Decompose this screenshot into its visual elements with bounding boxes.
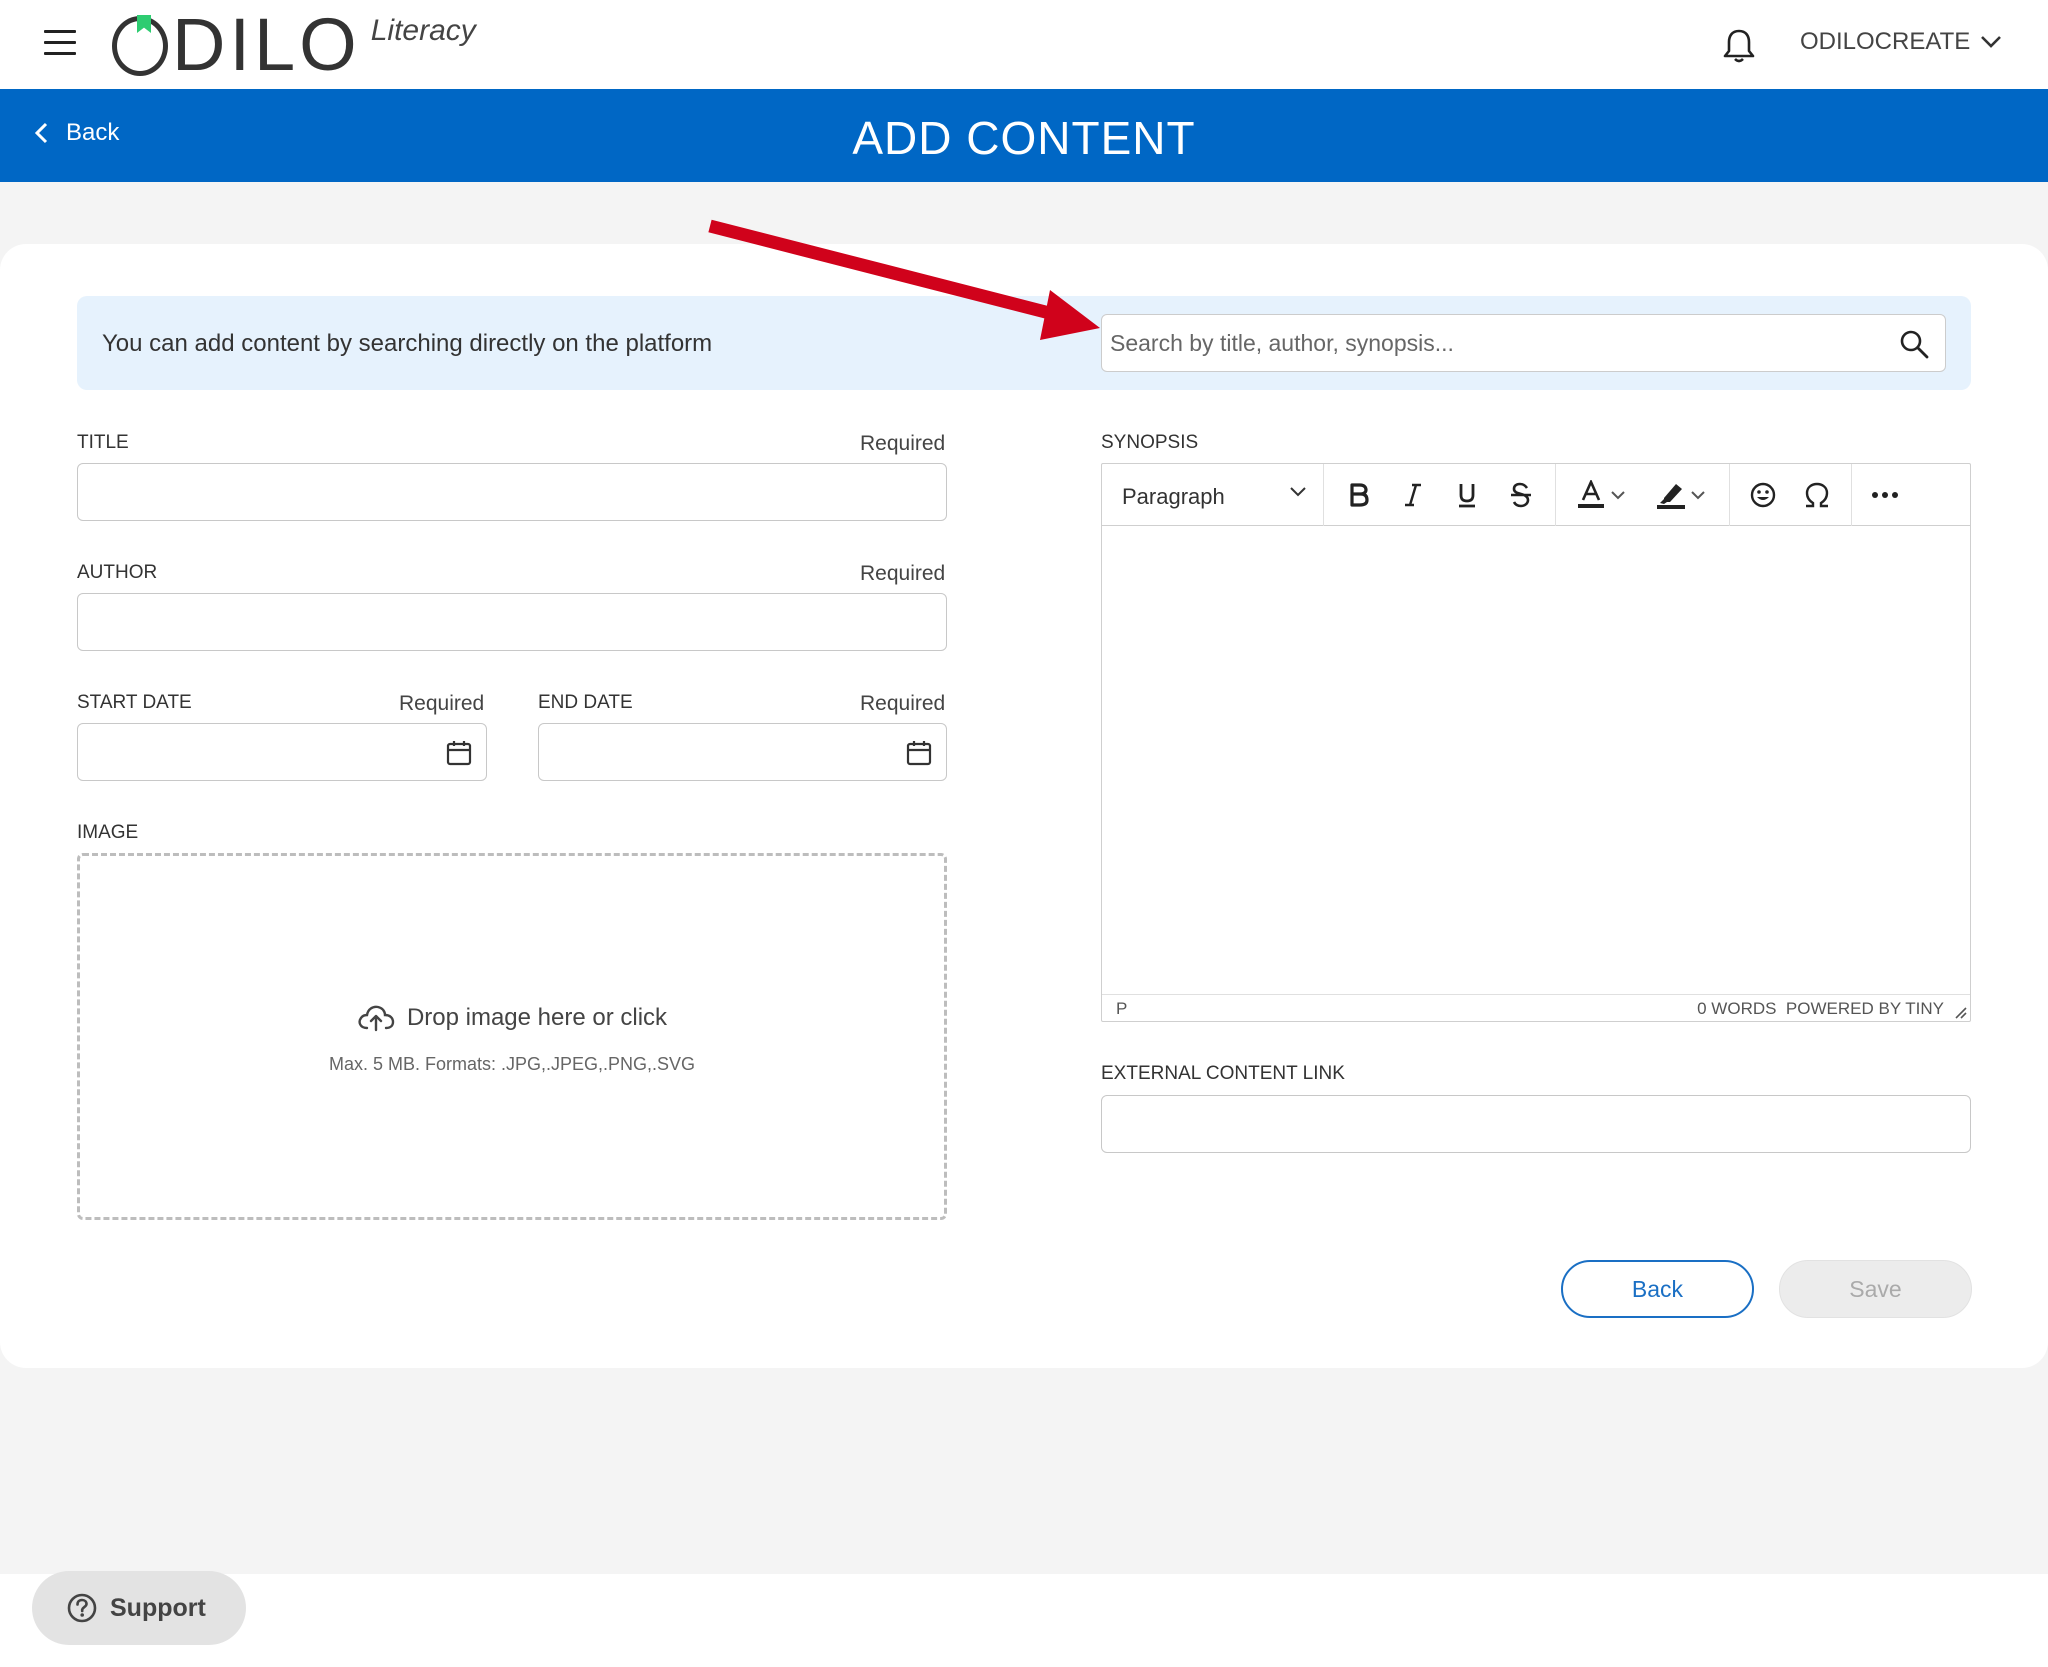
- highlight-color-dropdown[interactable]: [1688, 474, 1708, 516]
- emoticons-button[interactable]: [1742, 474, 1784, 516]
- statusbar-right: 0 WORDS POWERED BY TINY: [1697, 999, 1944, 1019]
- element-path[interactable]: P: [1116, 999, 1127, 1019]
- logo-o-mark: [112, 15, 168, 76]
- search-input[interactable]: [1110, 315, 1870, 371]
- chevron-down-icon: [1691, 491, 1705, 500]
- back-button[interactable]: Back: [1561, 1260, 1754, 1318]
- dropzone-text: Drop image here or click: [406, 1004, 668, 1031]
- notifications-bell-icon[interactable]: [1722, 28, 1756, 64]
- logo-text: DILO: [172, 3, 361, 86]
- calendar-icon[interactable]: [906, 740, 932, 766]
- platform-search-box[interactable]: [1101, 314, 1946, 372]
- end-date-label: END DATE: [538, 692, 633, 713]
- external-link-label: EXTERNAL CONTENT LINK: [1101, 1063, 1345, 1084]
- menu-icon[interactable]: [44, 30, 76, 58]
- author-field[interactable]: [77, 593, 947, 651]
- toolbar-separator: [1851, 464, 1852, 526]
- dropzone-main: Drop image here or click: [80, 1004, 944, 1032]
- underline-icon: [1459, 484, 1475, 508]
- image-dropzone[interactable]: Drop image here or click Max. 5 MB. Form…: [77, 853, 947, 1220]
- support-button[interactable]: Support: [32, 1571, 246, 1645]
- emoji-icon: [1750, 482, 1776, 508]
- footer-area: [0, 1574, 2048, 1667]
- strikethrough-button[interactable]: [1500, 474, 1542, 516]
- start-date-input[interactable]: [78, 724, 486, 780]
- app-logo[interactable]: DILO Literacy: [112, 3, 476, 86]
- save-button[interactable]: Save: [1779, 1260, 1972, 1318]
- end-date-field[interactable]: [538, 723, 947, 781]
- search-icon[interactable]: [1899, 329, 1929, 359]
- text-color-dropdown[interactable]: [1608, 474, 1628, 516]
- strikethrough-icon: [1511, 482, 1531, 508]
- dropzone-hint: Max. 5 MB. Formats: .JPG,.JPEG,.PNG,.SVG: [328, 1054, 696, 1074]
- italic-button[interactable]: [1392, 474, 1434, 516]
- text-color-icon: [1578, 480, 1604, 508]
- logo-subtitle: Literacy: [370, 14, 476, 47]
- block-format-select[interactable]: Paragraph: [1102, 464, 1324, 526]
- text-color-button[interactable]: [1570, 474, 1612, 516]
- calendar-icon[interactable]: [446, 740, 472, 766]
- toolbar-separator: [1555, 464, 1556, 526]
- synopsis-text-area[interactable]: [1102, 526, 1970, 994]
- resize-handle-icon[interactable]: [1954, 1006, 1968, 1020]
- synopsis-label: SYNOPSIS: [1101, 432, 1199, 453]
- top-header: DILO Literacy ODILOCREATE: [0, 0, 2048, 89]
- start-date-label: START DATE: [77, 692, 192, 713]
- bold-button[interactable]: [1338, 474, 1380, 516]
- block-format-value: Paragraph: [1122, 484, 1225, 509]
- highlighter-icon: [1657, 484, 1685, 509]
- bold-icon: [1350, 483, 1369, 507]
- chevron-down-icon: [1981, 36, 2002, 48]
- author-input[interactable]: [78, 594, 946, 650]
- synopsis-editor: Paragraph P 0 WORDS POWERED BY TINY: [1101, 463, 1971, 1022]
- page-title: ADD CONTENT: [852, 112, 1196, 164]
- more-horizontal-icon: [1872, 492, 1898, 498]
- editor-toolbar: Paragraph: [1102, 464, 1970, 526]
- external-link-input[interactable]: [1102, 1096, 1970, 1152]
- title-required: Required: [860, 432, 946, 455]
- italic-icon: [1405, 483, 1421, 507]
- user-name: ODILOCREATE: [1800, 28, 1971, 55]
- title-input[interactable]: [78, 464, 946, 520]
- toolbar-separator: [1729, 464, 1730, 526]
- start-date-field[interactable]: [77, 723, 487, 781]
- start-date-required: Required: [399, 692, 485, 715]
- support-label: Support: [110, 1593, 206, 1622]
- chevron-down-icon: [1290, 487, 1306, 497]
- word-count[interactable]: 0 WORDS: [1697, 999, 1776, 1018]
- title-label: TITLE: [77, 432, 129, 453]
- logo-bookmark-icon: [137, 15, 151, 33]
- powered-by-link[interactable]: POWERED BY TINY: [1786, 999, 1944, 1018]
- omega-icon: [1805, 482, 1829, 508]
- title-field[interactable]: [77, 463, 947, 521]
- author-required: Required: [860, 562, 946, 585]
- title-bar: Back ADD CONTENT: [0, 89, 2048, 182]
- image-label: IMAGE: [77, 822, 139, 843]
- user-menu[interactable]: ODILOCREATE: [1800, 28, 2002, 56]
- end-date-input[interactable]: [539, 724, 946, 780]
- editor-statusbar: P 0 WORDS POWERED BY TINY: [1102, 994, 1970, 1022]
- more-tools-button[interactable]: [1864, 474, 1906, 516]
- help-icon: [67, 1593, 97, 1623]
- special-character-button[interactable]: [1796, 474, 1838, 516]
- external-link-field[interactable]: [1101, 1095, 1971, 1153]
- author-label: AUTHOR: [77, 562, 158, 583]
- underline-button[interactable]: [1446, 474, 1488, 516]
- chevron-down-icon: [1611, 491, 1625, 500]
- search-banner-text: You can add content by searching directl…: [102, 330, 713, 357]
- highlight-color-button[interactable]: [1650, 474, 1692, 516]
- end-date-required: Required: [860, 692, 946, 715]
- cloud-upload-icon: [358, 1005, 395, 1032]
